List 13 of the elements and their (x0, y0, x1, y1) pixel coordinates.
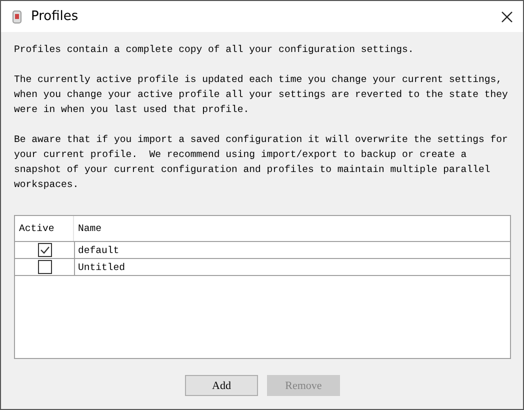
profile-name[interactable]: Untitled (74, 259, 510, 275)
column-header[interactable]: Active (15, 216, 74, 241)
profile-name[interactable]: default (74, 242, 510, 258)
app-icon (11, 10, 23, 24)
active-checkbox[interactable] (38, 243, 52, 257)
add-button[interactable]: Add (185, 375, 258, 396)
window-title: Profiles (31, 9, 80, 24)
description-text: Profiles contain a complete copy of all your configuration settings. (14, 43, 415, 57)
description-text: Be aware that if you import a saved configuration it will overwrite the settings for your current profile. We recommend using import/export to backup or create a snapshot of your current configuration and profiles to maintain multiple parallel workspaces. (14, 133, 509, 192)
description-text: The currently active profile is updated each time you change your current settings, when you change your active profile all your settings are reverted to the state they were in when you last used that profile. (14, 73, 509, 117)
active-checkbox[interactable] (38, 260, 52, 274)
column-header[interactable]: Name (74, 216, 510, 241)
close-icon[interactable] (501, 10, 513, 22)
